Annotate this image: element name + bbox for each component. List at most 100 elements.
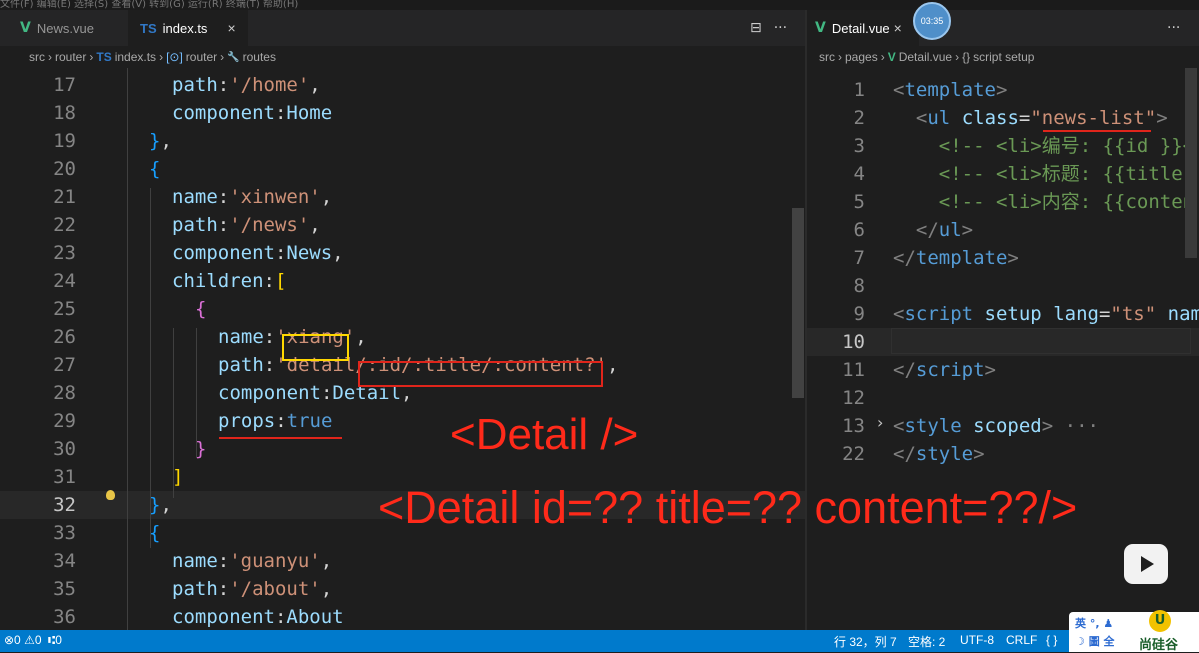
code-text: path:'/home', <box>172 74 321 96</box>
problems-indicator[interactable]: ⊗0 ⚠0 <box>4 633 42 647</box>
code-line[interactable]: 2 <ul class="news-list"> <box>807 104 1199 132</box>
breadcrumb-item[interactable]: Detail.vue <box>899 50 952 64</box>
property-icon: 🔧 <box>227 51 240 63</box>
code-line[interactable]: 30} <box>0 435 805 463</box>
vue-file-icon: V <box>815 20 826 36</box>
line-number: 34 <box>53 550 76 572</box>
tab-label: index.ts <box>162 20 208 36</box>
code-text: children:[ <box>172 270 287 292</box>
code-text: component:News, <box>172 242 344 264</box>
code-line[interactable]: 4 <!-- <li>标题: {{title <box>807 160 1199 188</box>
close-icon[interactable]: × <box>894 20 902 36</box>
tab-index-ts[interactable]: TS index.ts × <box>128 10 248 46</box>
line-number: 12 <box>842 387 865 409</box>
scrollbar-thumb[interactable] <box>1185 68 1197 258</box>
ports-indicator[interactable]: ⑆0 <box>48 633 62 647</box>
code-text: component:Home <box>172 102 333 124</box>
status-bar: ⊗0 ⚠0 ⑆0 行 32，列 7 空格: 2 UTF-8 CRLF { } <box>0 630 1199 652</box>
code-line[interactable]: 22 path:'/news', <box>0 211 805 239</box>
line-ending[interactable]: CRLF <box>1006 633 1037 647</box>
code-line[interactable]: 24 children:[ <box>0 267 805 295</box>
indent-guide <box>196 328 197 458</box>
code-line[interactable]: 18 component:Home <box>0 99 805 127</box>
code-text: name:'guanyu', <box>172 550 333 572</box>
line-number: 32 <box>53 494 76 516</box>
play-icon[interactable] <box>1124 544 1168 584</box>
tab-news-vue[interactable]: V News.vue <box>0 10 128 46</box>
lightbulb-icon[interactable] <box>106 490 115 500</box>
indent-guide <box>150 188 151 548</box>
line-number: 6 <box>853 219 865 241</box>
code-line[interactable]: 23 component:News, <box>0 239 805 267</box>
code-line[interactable]: 17 path:'/home', <box>0 71 805 99</box>
line-number: 22 <box>53 214 76 236</box>
code-line[interactable]: 19}, <box>0 127 805 155</box>
line-number: 7 <box>853 247 865 269</box>
code-text: <!-- <li>标题: {{title <box>938 163 1195 185</box>
split-editor-icon[interactable]: ⊟ <box>750 20 762 36</box>
underline-props <box>219 437 342 439</box>
breadcrumb-item[interactable]: index.ts <box>115 50 156 64</box>
fold-chevron-icon[interactable]: › <box>877 413 883 432</box>
cursor-position[interactable]: 行 32，列 7 <box>834 633 897 650</box>
line-number: 27 <box>53 354 76 376</box>
left-editor-group: V News.vue TS index.ts × ⊟ ··· src › rout… <box>0 10 805 630</box>
line-number: 2 <box>853 107 865 129</box>
code-line[interactable]: 1 <template> <box>807 76 1199 104</box>
code-area[interactable]: 16name:'zhuye',17path:'/home',18componen… <box>0 68 805 630</box>
vue-file-icon: V <box>20 20 31 36</box>
code-line[interactable]: 26 name:'xiang', <box>0 323 805 351</box>
line-number: 3 <box>853 135 865 157</box>
more-actions-icon[interactable]: ··· <box>1167 20 1180 36</box>
braces-icon: {} <box>962 50 971 64</box>
code-line[interactable]: 25 { <box>0 295 805 323</box>
code-text: </style> <box>893 443 985 465</box>
code-line[interactable]: 36 component:About <box>0 603 805 630</box>
code-line[interactable]: 7 </template> <box>807 244 1199 272</box>
breadcrumb-item[interactable]: router <box>55 50 86 64</box>
code-text: { <box>195 298 207 320</box>
breadcrumb-item[interactable]: src <box>29 50 45 64</box>
code-line[interactable]: 20 { <box>0 155 805 183</box>
line-number: 23 <box>53 242 76 264</box>
code-line[interactable]: 22 </style> <box>807 440 1199 468</box>
annotation-detail: <Detail /> <box>450 410 639 459</box>
code-line[interactable]: 9 <script setup lang="ts" nam <box>807 300 1199 328</box>
breadcrumb: src › pages › V Detail.vue › {} script setu… <box>819 50 1035 64</box>
code-line[interactable]: 29 props:true <box>0 407 805 435</box>
line-number: 25 <box>53 298 76 320</box>
line-number: 28 <box>53 382 76 404</box>
code-line[interactable]: 6 </ul> <box>807 216 1199 244</box>
code-text: <!-- <li>内容: {{conten <box>938 191 1195 213</box>
line-number: 24 <box>53 270 76 292</box>
code-line[interactable]: 12 <box>807 384 1199 412</box>
scrollbar-thumb[interactable] <box>792 208 804 398</box>
breadcrumb-item[interactable]: routes <box>243 50 276 64</box>
more-actions-icon[interactable]: ··· <box>774 20 787 36</box>
code-text: <script setup lang="ts" nam <box>893 303 1199 325</box>
breadcrumb-item[interactable]: src <box>819 50 835 64</box>
code-line[interactable]: 35 path:'/about', <box>0 575 805 603</box>
code-line[interactable]: 13 <style scoped> ··· <box>807 412 1199 440</box>
breadcrumb-item[interactable]: pages <box>845 50 878 64</box>
code-line[interactable]: 5 <!-- <li>内容: {{conten <box>807 188 1199 216</box>
code-line[interactable]: 8 <box>807 272 1199 300</box>
close-icon[interactable]: × <box>227 20 235 36</box>
code-text: <!-- <li>编号: {{id }}< <box>938 135 1195 157</box>
code-line[interactable]: 11 </script> <box>807 356 1199 384</box>
code-line[interactable]: 34 name:'guanyu', <box>0 547 805 575</box>
code-text: </script> <box>893 359 996 381</box>
line-number: 31 <box>53 466 76 488</box>
indentation[interactable]: 空格: 2 <box>908 633 945 650</box>
encoding[interactable]: UTF-8 <box>960 633 994 647</box>
typescript-file-icon: TS <box>96 50 112 64</box>
code-line[interactable]: 3 <!-- <li>编号: {{id }}< <box>807 132 1199 160</box>
language-mode[interactable]: { } <box>1046 633 1057 647</box>
code-line[interactable]: 21 name:'xinwen', <box>0 183 805 211</box>
line-number: 5 <box>853 191 865 213</box>
breadcrumb-item[interactable]: script setup <box>973 50 1034 64</box>
code-text: }, <box>149 494 172 516</box>
breadcrumb-item[interactable]: router <box>186 50 217 64</box>
tab-detail-vue[interactable]: V Detail.vue × <box>807 10 919 46</box>
code-text: { <box>149 158 161 180</box>
